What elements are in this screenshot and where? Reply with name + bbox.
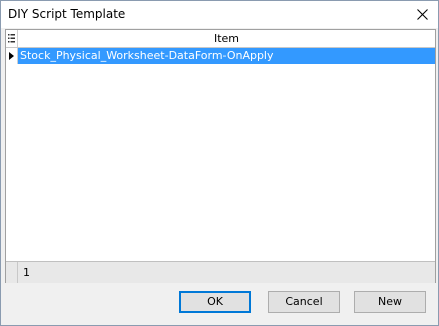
ok-button[interactable]: OK <box>179 291 251 313</box>
item-cell[interactable]: Stock_Physical_Worksheet-DataForm-OnAppl… <box>18 48 435 64</box>
row-indicator[interactable] <box>6 48 18 64</box>
close-button[interactable] <box>407 1 438 28</box>
dialog-window: DIY Script Template Item Stock_Physical_… <box>0 0 439 326</box>
close-icon <box>417 9 428 20</box>
grid-header: Item <box>6 30 435 48</box>
footer-indicator <box>6 262 18 283</box>
cancel-button[interactable]: Cancel <box>268 291 340 313</box>
new-button[interactable]: New <box>354 291 426 313</box>
window-title: DIY Script Template <box>8 7 126 21</box>
table-row[interactable]: Stock_Physical_Worksheet-DataForm-OnAppl… <box>6 48 435 64</box>
column-chooser-button[interactable] <box>6 30 18 47</box>
list-icon <box>8 34 15 43</box>
grid-footer: 1 <box>6 261 435 283</box>
current-row-arrow-icon <box>9 52 14 60</box>
column-header-item[interactable]: Item <box>18 30 435 47</box>
items-grid[interactable]: Item Stock_Physical_Worksheet-DataForm-O… <box>5 29 436 283</box>
title-bar[interactable]: DIY Script Template <box>1 1 438 28</box>
row-count: 1 <box>23 266 30 279</box>
